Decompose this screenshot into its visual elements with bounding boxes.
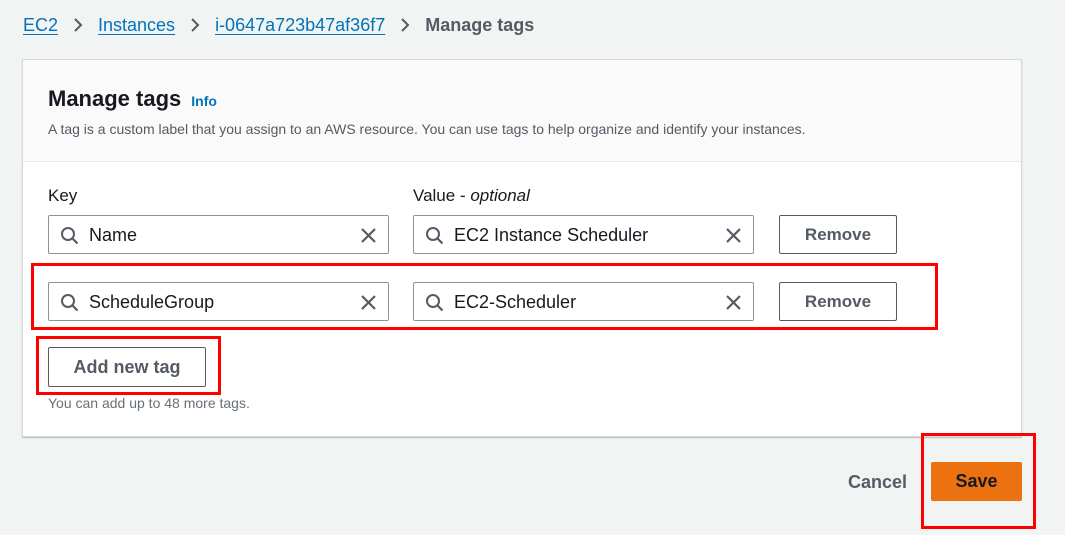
optional-label: optional [470, 186, 530, 205]
chevron-right-icon [175, 17, 215, 33]
remove-tag-button[interactable]: Remove [779, 282, 897, 321]
tag-value-field[interactable] [413, 215, 754, 254]
value-label-text: Value - [413, 186, 471, 205]
search-icon [426, 227, 444, 245]
tag-key-input[interactable] [89, 223, 344, 247]
clear-icon[interactable] [724, 226, 743, 245]
value-column-label: Value - optional [413, 186, 530, 206]
key-label-text: Key [48, 186, 78, 205]
page-title: Manage tags [48, 86, 182, 111]
tag-value-field[interactable] [413, 282, 754, 321]
chevron-right-icon [58, 17, 98, 33]
save-button[interactable]: Save [931, 462, 1022, 501]
manage-tags-panel: Manage tags Info A tag is a custom label… [22, 59, 1022, 437]
breadcrumb-instances[interactable]: Instances [98, 15, 175, 36]
panel-header: Manage tags Info A tag is a custom label… [23, 60, 1021, 162]
clear-icon[interactable] [724, 293, 743, 312]
tags-limit-hint: You can add up to 48 more tags. [48, 395, 250, 411]
clear-icon[interactable] [359, 226, 378, 245]
breadcrumb-current: Manage tags [425, 14, 535, 35]
remove-tag-button[interactable]: Remove [779, 215, 897, 254]
tag-key-field[interactable] [48, 215, 389, 254]
tag-key-input[interactable] [89, 290, 344, 314]
search-icon [61, 294, 79, 312]
tag-key-field[interactable] [48, 282, 389, 321]
tag-value-input[interactable] [454, 290, 709, 314]
panel-description: A tag is a custom label that you assign … [48, 121, 806, 137]
breadcrumb-instance-id[interactable]: i-0647a723b47af36f7 [215, 15, 385, 36]
clear-icon[interactable] [359, 293, 378, 312]
cancel-button[interactable]: Cancel [848, 472, 907, 493]
search-icon [426, 294, 444, 312]
key-column-label: Key [48, 186, 77, 206]
breadcrumb: EC2 Instances i-0647a723b47af36f7 Manage… [23, 13, 534, 37]
search-icon [61, 227, 79, 245]
tag-value-input[interactable] [454, 223, 709, 247]
breadcrumb-ec2[interactable]: EC2 [23, 15, 58, 36]
chevron-right-icon [385, 17, 425, 33]
add-new-tag-button[interactable]: Add new tag [48, 347, 206, 387]
info-link[interactable]: Info [191, 93, 217, 109]
